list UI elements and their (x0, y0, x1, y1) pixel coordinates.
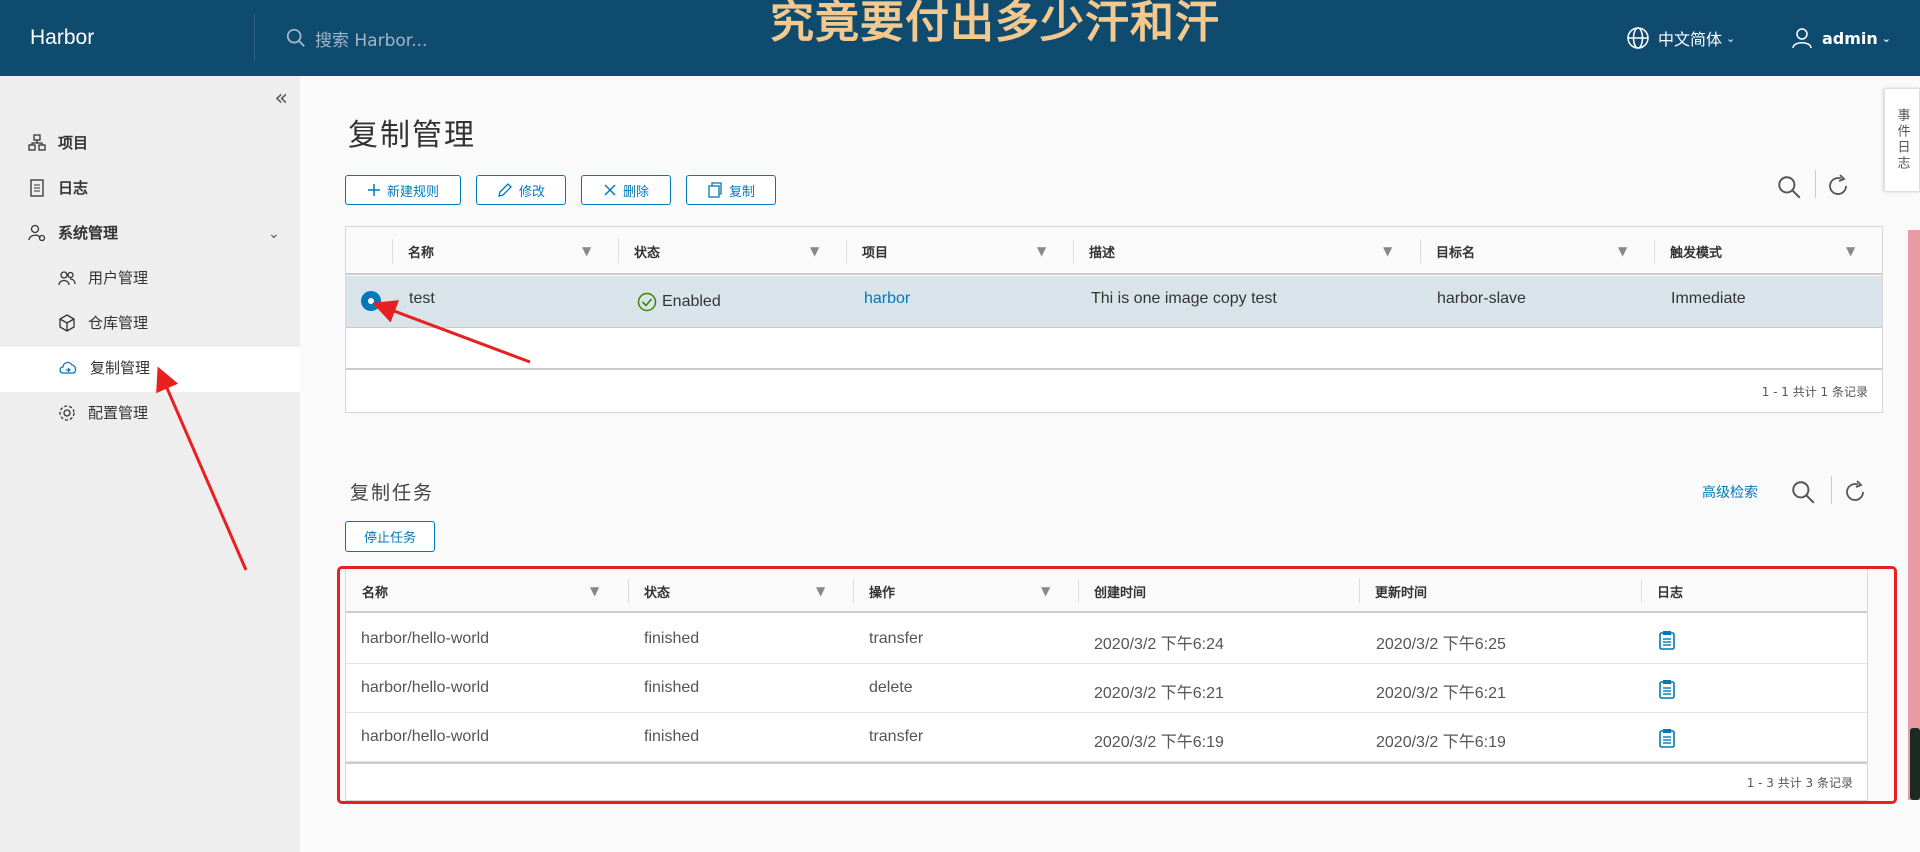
search-placeholder[interactable]: 搜索 Harbor... (315, 26, 427, 51)
collapse-sidebar-icon[interactable]: « (275, 86, 288, 111)
table-footer: 1 - 1 共计 1 条记录 (346, 368, 1882, 412)
search-icon[interactable] (1790, 479, 1816, 505)
globe-icon (1627, 27, 1649, 49)
sidebar-item-replication[interactable]: 复制管理 (58, 357, 150, 378)
column-header[interactable]: 目标名 (1420, 227, 1475, 275)
sidebar-item-admin[interactable]: 系统管理 (28, 222, 118, 243)
advanced-search-link[interactable]: 高级检索 (1702, 482, 1758, 502)
filter-icon[interactable]: ▼ (582, 244, 591, 258)
button-label: 删除 (622, 184, 649, 200)
log-icon (30, 178, 44, 197)
filter-icon[interactable]: ▼ (1618, 244, 1627, 258)
users-icon (58, 270, 76, 285)
sidebar-item-label: 系统管理 (58, 224, 119, 242)
filter-icon[interactable]: ▼ (1037, 244, 1046, 258)
event-log-tab[interactable]: 事件日志 (1884, 88, 1920, 192)
project-link[interactable]: harbor (864, 290, 910, 308)
close-icon (604, 184, 616, 196)
replication-rules-table: 名称 ▼ 状态 ▼ 项目 ▼ 描述 ▼ 目标名 ▼ 触发模式 ▼ test En… (345, 226, 1883, 413)
chevron-down-icon: ⌄ (1726, 31, 1736, 45)
sidebar-item-projects[interactable]: 项目 (28, 132, 88, 153)
plus-icon (367, 184, 380, 196)
replicate-button[interactable]: 复制 (686, 175, 776, 205)
filter-icon[interactable]: ▼ (1846, 244, 1855, 258)
sidebar: « 项目 日志 系统管理 ⌄ 用户管理 仓库管理 复制管理 配置管理 (0, 76, 300, 852)
refresh-icon[interactable] (1826, 174, 1850, 198)
rule-trigger: Immediate (1671, 290, 1746, 307)
overlay-caption: 究竟要付出多少汗和汗 (770, 0, 1220, 48)
sidebar-item-label: 复制管理 (90, 359, 151, 377)
language-label: 中文简体 (1658, 30, 1723, 49)
stop-jobs-button[interactable]: 停止任务 (345, 521, 435, 552)
sidebar-item-label: 日志 (58, 179, 89, 197)
cloud-icon (59, 361, 77, 374)
jobs-section-title: 复制任务 (350, 482, 435, 504)
right-edge-strip (1908, 230, 1920, 800)
rule-target: harbor-slave (1437, 290, 1526, 307)
chevron-down-icon: ⌄ (1881, 31, 1892, 45)
column-header[interactable]: 触发模式 (1654, 227, 1722, 275)
filter-icon[interactable]: ▼ (810, 244, 819, 258)
copy-icon (708, 182, 722, 198)
button-label: 复制 (728, 184, 755, 200)
chevron-down-icon[interactable]: ⌄ (268, 226, 280, 242)
rule-description: Thi is one image copy test (1091, 290, 1277, 307)
brand-logo[interactable]: Harbor (0, 14, 255, 62)
column-header[interactable]: 状态 (618, 227, 660, 275)
button-label: 停止任务 (363, 531, 416, 546)
sidebar-item-label: 配置管理 (88, 404, 149, 422)
row-radio[interactable] (361, 291, 381, 311)
sidebar-item-label: 项目 (58, 134, 89, 152)
username: admin (1822, 28, 1878, 48)
page-title: 复制管理 (348, 118, 476, 153)
table-header: 名称 ▼ 状态 ▼ 项目 ▼ 描述 ▼ 目标名 ▼ 触发模式 ▼ (346, 227, 1882, 275)
registry-icon (59, 313, 75, 332)
divider (1831, 476, 1832, 504)
refresh-icon[interactable] (1843, 480, 1867, 504)
sidebar-item-logs[interactable]: 日志 (28, 177, 88, 198)
button-label: 修改 (518, 184, 545, 200)
check-circle-icon (637, 292, 657, 312)
filter-icon[interactable]: ▼ (1383, 244, 1392, 258)
user-icon (1792, 28, 1812, 49)
pencil-icon (498, 183, 512, 197)
divider (1815, 170, 1816, 198)
sidebar-item-label: 仓库管理 (88, 314, 149, 332)
table-row[interactable]: test Enabled harbor Thi is one image cop… (346, 276, 1882, 328)
search-icon (286, 28, 305, 47)
edit-button[interactable]: 修改 (476, 175, 566, 205)
column-header[interactable]: 名称 (392, 227, 434, 275)
sidebar-item-registries[interactable]: 仓库管理 (58, 312, 148, 333)
new-rule-button[interactable]: 新建规则 (345, 175, 461, 205)
search-icon[interactable] (1776, 174, 1802, 200)
sidebar-item-users[interactable]: 用户管理 (58, 267, 148, 288)
column-header[interactable]: 描述 (1073, 227, 1115, 275)
user-menu[interactable]: admin ⌄ (1790, 26, 1891, 50)
button-label: 新建规则 (386, 184, 439, 200)
admin-icon (28, 224, 46, 241)
rule-name: test (409, 290, 435, 307)
status-text: Enabled (662, 293, 721, 310)
language-selector[interactable]: 中文简体 ⌄ (1626, 26, 1735, 50)
column-header[interactable]: 项目 (846, 227, 888, 275)
global-search[interactable]: 搜索 Harbor... (255, 26, 427, 51)
sidebar-item-label: 用户管理 (88, 269, 149, 287)
sidebar-item-config[interactable]: 配置管理 (58, 402, 148, 423)
gear-icon (59, 404, 75, 421)
project-icon (28, 133, 46, 151)
delete-button[interactable]: 删除 (581, 175, 671, 205)
scrollbar-thumb[interactable] (1910, 728, 1920, 800)
rule-status: Enabled (637, 292, 721, 312)
highlight-box (337, 566, 1897, 804)
